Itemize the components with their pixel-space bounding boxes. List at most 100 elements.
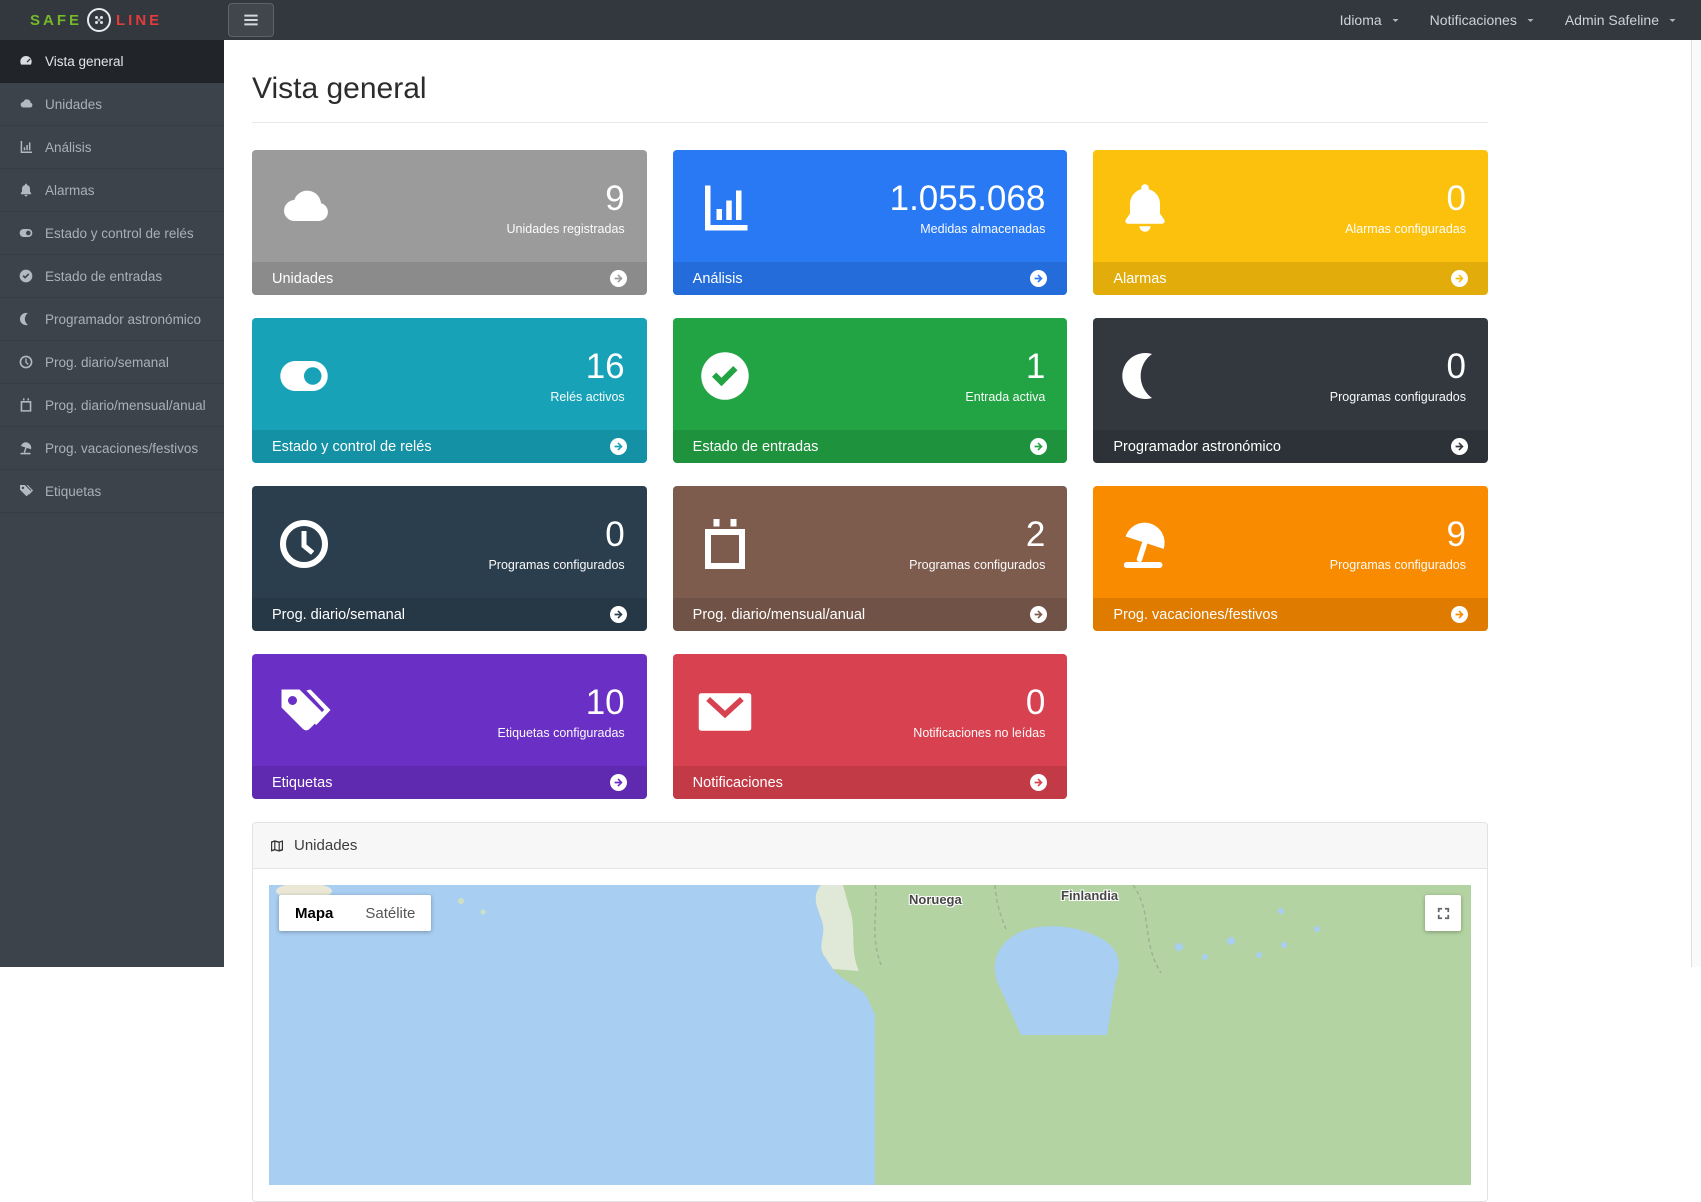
card-value: 0 xyxy=(1330,348,1466,387)
arrow-circle-right-icon xyxy=(1451,438,1468,455)
map-label-finlandia: Finlandia xyxy=(1061,888,1118,903)
arrow-circle-right-icon xyxy=(610,438,627,455)
map-fullscreen-button[interactable] xyxy=(1425,895,1461,931)
card-body: 10 Etiquetas configuradas xyxy=(252,654,647,766)
sidebar-item-etiquetas[interactable]: Etiquetas xyxy=(0,470,224,513)
card-footer-link[interactable]: Unidades xyxy=(252,262,647,295)
sidebar-item-vista-general[interactable]: Vista general xyxy=(0,40,224,83)
arrow-circle-right-icon xyxy=(1030,438,1047,455)
sidebar-item-prog-diario-mensual-anual[interactable]: Prog. diario/mensual/anual xyxy=(0,384,224,427)
sidebar-item-programador-astronomico[interactable]: Programador astronómico xyxy=(0,298,224,341)
card-metric: Unidades registradas xyxy=(507,222,625,236)
card-metric: Programas configurados xyxy=(1330,558,1466,572)
sidebar-item-alarmas[interactable]: Alarmas xyxy=(0,169,224,212)
clock-icon xyxy=(18,354,34,370)
brand-line-text: LINE xyxy=(116,12,162,29)
tachometer-icon xyxy=(18,53,34,69)
card-body: 0 Programas configurados xyxy=(252,486,647,598)
card-footer-link[interactable]: Estado de entradas xyxy=(673,430,1068,463)
card-metric: Relés activos xyxy=(550,390,624,404)
sidebar-item-estado-y-control-de-reles[interactable]: Estado y control de relés xyxy=(0,212,224,255)
card-footer-label: Alarmas xyxy=(1113,271,1166,287)
umbrella-icon xyxy=(18,440,34,456)
card-footer-link[interactable]: Programador astronómico xyxy=(1093,430,1488,463)
arrow-right-icon xyxy=(1454,441,1465,452)
arrow-right-icon xyxy=(613,609,624,620)
card-footer-link[interactable]: Prog. diario/semanal xyxy=(252,598,647,631)
moon-icon xyxy=(1115,346,1175,406)
page-scrollbar[interactable] xyxy=(1691,40,1701,967)
card-stats: 0 Programas configurados xyxy=(1330,348,1466,404)
moon-icon xyxy=(18,311,34,327)
card-value: 1.055.068 xyxy=(890,180,1046,219)
card-stats: 10 Etiquetas configuradas xyxy=(497,684,624,740)
sidebar-item-unidades[interactable]: Unidades xyxy=(0,83,224,126)
card-body: 1.055.068 Medidas almacenadas xyxy=(673,150,1068,262)
menu-item-label: Idioma xyxy=(1340,12,1382,28)
cloud-icon xyxy=(274,178,334,238)
sidebar-item-estado-de-entradas[interactable]: Estado de entradas xyxy=(0,255,224,298)
calendar-icon xyxy=(18,397,34,413)
sidebar-item-analisis[interactable]: Análisis xyxy=(0,126,224,169)
umbrella-icon xyxy=(1115,514,1175,574)
arrow-circle-right-icon xyxy=(1030,774,1047,791)
card-body: 9 Programas configurados xyxy=(1093,486,1488,598)
card-metric: Programas configurados xyxy=(1330,390,1466,404)
card-value: 16 xyxy=(550,348,624,387)
arrow-circle-right-icon xyxy=(1030,270,1047,287)
map-type-satellite-button[interactable]: Satélite xyxy=(349,895,431,931)
caret-down-icon xyxy=(1668,16,1677,25)
sidebar-item-prog-vacaciones-festivos[interactable]: Prog. vacaciones/festivos xyxy=(0,427,224,470)
card-body: 2 Programas configurados xyxy=(673,486,1068,598)
sidebar-item-prog-diario-semanal[interactable]: Prog. diario/semanal xyxy=(0,341,224,384)
map-icon xyxy=(269,838,285,854)
units-map-panel-body: Mapa Satélite Noruega Finlandia xyxy=(253,869,1487,1201)
caret-down-icon xyxy=(1526,16,1535,25)
map-geography xyxy=(269,885,1471,1185)
map-label-noruega: Noruega xyxy=(909,892,962,907)
page-title: Vista general xyxy=(252,72,1701,106)
map-type-map-button[interactable]: Mapa xyxy=(279,895,349,931)
card-body: 0 Programas configurados xyxy=(1093,318,1488,430)
arrow-circle-right-icon xyxy=(610,270,627,287)
sidebar: Vista general Unidades Análisis Alarmas … xyxy=(0,40,224,967)
card-stats: 9 Unidades registradas xyxy=(507,180,625,236)
check-circle-icon xyxy=(695,346,755,406)
card-stats: 0 Programas configurados xyxy=(488,516,624,572)
toggle-icon xyxy=(274,346,334,406)
card-programador-astronomico: 0 Programas configurados Programador ast… xyxy=(1093,318,1488,463)
card-body: 0 Alarmas configuradas xyxy=(1093,150,1488,262)
card-footer-link[interactable]: Prog. diario/mensual/anual xyxy=(673,598,1068,631)
card-prog-vacaciones-festivos: 9 Programas configurados Prog. vacacione… xyxy=(1093,486,1488,631)
card-value: 9 xyxy=(507,180,625,219)
arrow-circle-right-icon xyxy=(1451,270,1468,287)
notificaciones-dropdown[interactable]: Notificaciones xyxy=(1430,12,1535,28)
card-value: 9 xyxy=(1330,516,1466,555)
card-footer-link[interactable]: Etiquetas xyxy=(252,766,647,799)
idioma-dropdown[interactable]: Idioma xyxy=(1340,12,1400,28)
arrow-right-icon xyxy=(1033,777,1044,788)
brand-logo: SAFE LINE xyxy=(0,8,224,32)
card-value: 0 xyxy=(913,684,1045,723)
card-stats: 16 Relés activos xyxy=(550,348,624,404)
units-map-panel-header: Unidades xyxy=(253,823,1487,869)
admin-safeline-dropdown[interactable]: Admin Safeline xyxy=(1565,12,1677,28)
card-analisis: 1.055.068 Medidas almacenadas Análisis xyxy=(673,150,1068,295)
menu-toggle-button[interactable] xyxy=(228,3,274,37)
chart-icon xyxy=(18,139,34,155)
card-footer-link[interactable]: Estado y control de relés xyxy=(252,430,647,463)
card-alarmas: 0 Alarmas configuradas Alarmas xyxy=(1093,150,1488,295)
card-prog-diario-mensual-anual: 2 Programas configurados Prog. diario/me… xyxy=(673,486,1068,631)
card-stats: 9 Programas configurados xyxy=(1330,516,1466,572)
card-footer-label: Prog. vacaciones/festivos xyxy=(1113,607,1277,623)
expand-icon xyxy=(1435,905,1452,922)
card-footer-link[interactable]: Prog. vacaciones/festivos xyxy=(1093,598,1488,631)
card-body: 16 Relés activos xyxy=(252,318,647,430)
card-footer-link[interactable]: Notificaciones xyxy=(673,766,1068,799)
card-metric: Programas configurados xyxy=(488,558,624,572)
arrow-right-icon xyxy=(613,273,624,284)
map-canvas[interactable]: Mapa Satélite Noruega Finlandia xyxy=(269,885,1471,1185)
card-footer-link[interactable]: Análisis xyxy=(673,262,1068,295)
brand-emblem-icon xyxy=(87,8,111,32)
card-footer-link[interactable]: Alarmas xyxy=(1093,262,1488,295)
